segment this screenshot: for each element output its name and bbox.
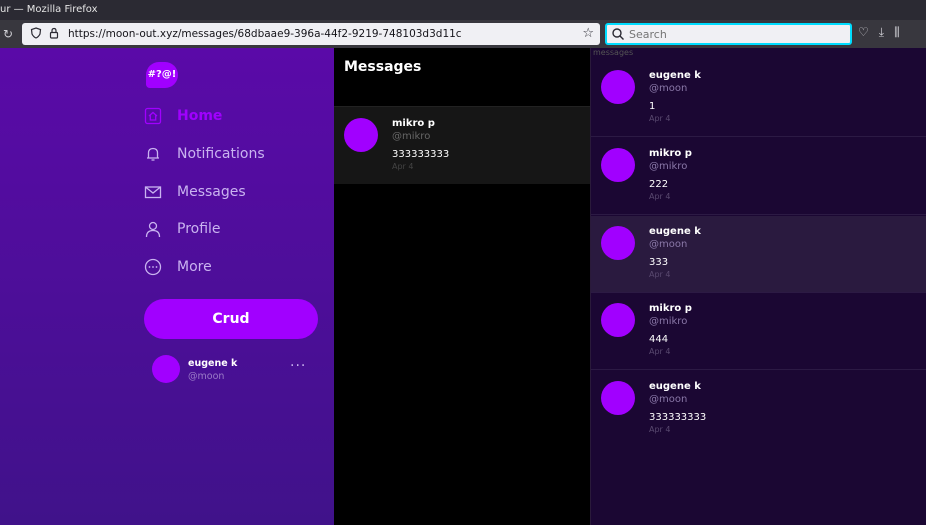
search-bar[interactable] [605,23,852,45]
sidebar-item-more[interactable]: More [144,255,212,279]
avatar[interactable] [152,355,180,383]
reload-icon[interactable]: ↻ [0,27,16,41]
window-title: ur — Mozilla Firefox [0,0,926,20]
sidebar-item-label: Notifications [177,146,265,162]
message-item[interactable]: mikro p @mikro 444 Apr 4 [591,293,926,370]
conversation-preview: 333333333 [392,149,450,160]
message-item[interactable]: mikro p @mikro 222 Apr 4 [591,138,926,215]
home-icon [144,107,162,125]
message-date: Apr 4 [649,114,671,123]
message-handle: @moon [649,394,688,405]
sidebar: #?@! Home Notifications Messages Profile… [0,48,334,525]
lock-icon[interactable] [48,27,60,42]
url-text[interactable]: https://moon-out.xyz/messages/68dbaae9-3… [68,28,462,40]
message-item[interactable]: eugene k @moon 333 Apr 4 [591,216,926,293]
message-text: 333333333 [649,412,707,423]
download-icon[interactable]: ⤓ [879,25,884,40]
conversation-item[interactable]: mikro p @mikro 333333333 Apr 4 [334,107,590,184]
message-text: 222 [649,179,669,190]
message-handle: @moon [649,239,688,250]
message-handle: @moon [649,83,688,94]
message-text: 444 [649,334,669,345]
conversation-date: Apr 4 [392,162,414,171]
message-author: mikro p [649,148,692,159]
page-title: Messages [344,59,422,75]
message-item[interactable]: eugene k @moon 333333333 Apr 4 [591,371,926,448]
avatar [601,148,635,182]
conversation-name: mikro p [392,118,435,129]
search-icon [612,28,624,40]
current-user-name: eugene k [188,358,238,369]
message-date: Apr 4 [649,347,671,356]
user-menu-button[interactable]: ··· [290,358,306,374]
url-bar[interactable]: https://moon-out.xyz/messages/68dbaae9-3… [22,23,600,45]
app: #?@! Home Notifications Messages Profile… [0,48,926,525]
shield-icon[interactable] [30,26,42,42]
crud-button[interactable]: Crud [144,299,318,339]
avatar [601,381,635,415]
app-logo[interactable]: #?@! [146,62,178,88]
conversations-panel: Messages mikro p @mikro 333333333 Apr 4 [334,48,590,525]
sidebar-item-profile[interactable]: Profile [144,217,221,241]
message-author: eugene k [649,70,701,81]
message-date: Apr 4 [649,192,671,201]
sidebar-item-messages[interactable]: Messages [144,180,246,204]
sidebar-item-label: Messages [177,184,246,200]
message-author: eugene k [649,381,701,392]
sidebar-item-home[interactable]: Home [144,104,222,128]
message-date: Apr 4 [649,425,671,434]
bookmark-star-icon[interactable]: ☆ [582,26,594,41]
toolbar-icons: ♡ ⤓ ⫼ [858,25,900,40]
envelope-icon [144,186,162,199]
bell-icon [147,147,159,161]
search-input[interactable] [629,27,829,41]
message-text: 1 [649,101,656,112]
message-text: 333 [649,257,669,268]
current-user-handle: @moon [188,371,225,382]
sidebar-item-notifications[interactable]: Notifications [144,142,265,166]
message-thread: messages eugene k @moon 1 Apr 4 mikro p … [590,48,926,525]
message-item[interactable]: eugene k @moon 1 Apr 4 [591,60,926,137]
sidebar-item-label: Profile [177,221,221,237]
sidebar-item-label: Home [177,108,223,124]
library-icon[interactable]: ⫼ [894,25,900,40]
sidebar-item-label: More [177,259,212,275]
message-author: mikro p [649,303,692,314]
thread-label: messages [593,48,634,57]
message-handle: @mikro [649,161,688,172]
pocket-icon[interactable]: ♡ [858,25,869,40]
more-circle-icon [144,258,162,276]
avatar [601,70,635,104]
browser-toolbar: ↻ https://moon-out.xyz/messages/68dbaae9… [0,20,926,48]
avatar [601,226,635,260]
avatar [601,303,635,337]
avatar [344,118,378,152]
conversation-handle: @mikro [392,131,431,142]
message-author: eugene k [649,226,701,237]
message-handle: @mikro [649,316,688,327]
user-icon [145,221,161,238]
message-date: Apr 4 [649,270,671,279]
